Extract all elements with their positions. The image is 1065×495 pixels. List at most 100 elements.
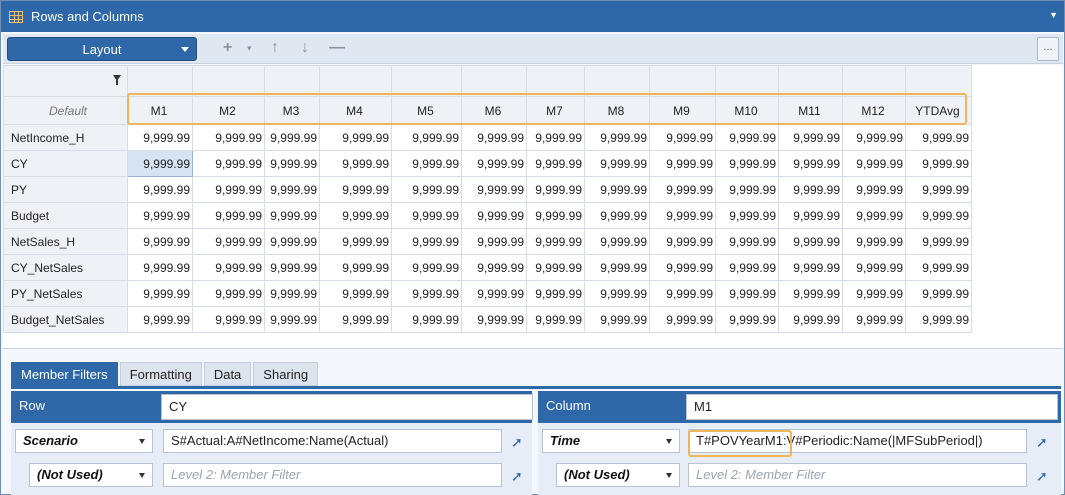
tab-formatting[interactable]: Formatting xyxy=(119,362,202,386)
table-cell[interactable]: 9,999.99 xyxy=(192,150,265,177)
open-member-filter-icon[interactable]: ➚ xyxy=(1036,469,1050,483)
column-name-input[interactable]: M1 xyxy=(686,394,1058,420)
table-cell[interactable]: 9,999.99 xyxy=(905,228,972,255)
table-cell[interactable]: 9,999.99 xyxy=(526,124,585,151)
table-cell[interactable]: 9,999.99 xyxy=(649,228,716,255)
table-cell[interactable]: 9,999.99 xyxy=(192,254,265,281)
table-cell[interactable]: 9,999.99 xyxy=(264,202,320,229)
table-cell[interactable]: 9,999.99 xyxy=(526,280,585,307)
table-cell[interactable]: 9,999.99 xyxy=(264,124,320,151)
remove-icon[interactable]: — xyxy=(329,39,345,57)
table-cell[interactable]: 9,999.99 xyxy=(905,306,972,333)
table-cell[interactable]: 9,999.99 xyxy=(391,150,462,177)
table-cell[interactable]: 9,999.99 xyxy=(584,280,650,307)
column-header[interactable]: M10 xyxy=(715,96,779,125)
column-header[interactable]: M11 xyxy=(778,96,843,125)
table-cell[interactable]: 9,999.99 xyxy=(264,150,320,177)
table-cell[interactable]: 9,999.99 xyxy=(264,254,320,281)
table-cell[interactable]: 9,999.99 xyxy=(584,176,650,203)
table-cell[interactable]: 9,999.99 xyxy=(649,254,716,281)
column-header[interactable]: YTDAvg xyxy=(905,96,972,125)
table-cell[interactable]: 9,999.99 xyxy=(778,124,843,151)
table-cell[interactable]: 9,999.99 xyxy=(319,150,392,177)
more-options-button[interactable]: ... xyxy=(1037,37,1059,61)
row-header[interactable]: Budget xyxy=(3,202,128,229)
table-cell[interactable]: 9,999.99 xyxy=(842,150,906,177)
add-icon[interactable]: + xyxy=(223,39,232,57)
collapse-icon[interactable]: ▼ xyxy=(1049,10,1058,20)
table-cell[interactable]: 9,999.99 xyxy=(905,124,972,151)
table-cell[interactable]: 9,999.99 xyxy=(264,176,320,203)
table-cell[interactable]: 9,999.99 xyxy=(649,306,716,333)
table-cell[interactable]: 9,999.99 xyxy=(778,228,843,255)
table-cell[interactable]: 9,999.99 xyxy=(461,176,527,203)
table-cell[interactable]: 9,999.99 xyxy=(127,306,193,333)
table-cell[interactable]: 9,999.99 xyxy=(461,306,527,333)
column-header[interactable]: M4 xyxy=(319,96,392,125)
table-cell[interactable]: 9,999.99 xyxy=(127,150,193,177)
table-cell[interactable]: 9,999.99 xyxy=(842,306,906,333)
table-cell[interactable]: 9,999.99 xyxy=(192,228,265,255)
table-cell[interactable]: 9,999.99 xyxy=(905,254,972,281)
table-cell[interactable]: 9,999.99 xyxy=(526,176,585,203)
table-cell[interactable]: 9,999.99 xyxy=(778,176,843,203)
table-cell[interactable]: 9,999.99 xyxy=(319,254,392,281)
column-header[interactable]: M9 xyxy=(649,96,716,125)
table-cell[interactable]: 9,999.99 xyxy=(264,228,320,255)
row-member-filter-1[interactable]: S#Actual:A#NetIncome:Name(Actual) xyxy=(163,429,502,453)
row-header[interactable]: Budget_NetSales xyxy=(3,306,128,333)
table-cell[interactable]: 9,999.99 xyxy=(778,254,843,281)
table-cell[interactable]: 9,999.99 xyxy=(264,306,320,333)
tab-data[interactable]: Data xyxy=(203,362,252,386)
table-cell[interactable]: 9,999.99 xyxy=(778,306,843,333)
row-header[interactable]: PY_NetSales xyxy=(3,280,128,307)
table-cell[interactable]: 9,999.99 xyxy=(649,124,716,151)
row-header[interactable]: CY xyxy=(3,150,128,177)
column-header[interactable]: M2 xyxy=(192,96,265,125)
move-down-icon[interactable]: ↓ xyxy=(301,39,309,57)
table-cell[interactable]: 9,999.99 xyxy=(842,254,906,281)
table-cell[interactable]: 9,999.99 xyxy=(715,124,779,151)
row-header[interactable]: PY xyxy=(3,176,128,203)
table-cell[interactable]: 9,999.99 xyxy=(461,124,527,151)
column-header[interactable]: M6 xyxy=(461,96,527,125)
table-cell[interactable]: 9,999.99 xyxy=(461,228,527,255)
open-member-filter-icon[interactable]: ➚ xyxy=(1036,435,1050,449)
row-header[interactable]: CY_NetSales xyxy=(3,254,128,281)
table-cell[interactable]: 9,999.99 xyxy=(391,124,462,151)
table-cell[interactable]: 9,999.99 xyxy=(192,202,265,229)
table-cell[interactable]: 9,999.99 xyxy=(192,124,265,151)
table-cell[interactable]: 9,999.99 xyxy=(715,306,779,333)
table-cell[interactable]: 9,999.99 xyxy=(391,254,462,281)
table-cell[interactable]: 9,999.99 xyxy=(319,280,392,307)
table-cell[interactable]: 9,999.99 xyxy=(584,306,650,333)
table-cell[interactable]: 9,999.99 xyxy=(584,150,650,177)
table-cell[interactable]: 9,999.99 xyxy=(319,228,392,255)
table-cell[interactable]: 9,999.99 xyxy=(391,280,462,307)
move-up-icon[interactable]: ↑ xyxy=(271,39,279,57)
table-cell[interactable]: 9,999.99 xyxy=(319,124,392,151)
row-name-input[interactable]: CY xyxy=(161,394,533,420)
column-header[interactable]: M12 xyxy=(842,96,906,125)
table-cell[interactable]: 9,999.99 xyxy=(905,150,972,177)
table-cell[interactable]: 9,999.99 xyxy=(391,228,462,255)
table-cell[interactable]: 9,999.99 xyxy=(127,202,193,229)
table-cell[interactable]: 9,999.99 xyxy=(842,176,906,203)
table-cell[interactable]: 9,999.99 xyxy=(526,150,585,177)
table-cell[interactable]: 9,999.99 xyxy=(715,150,779,177)
column-header[interactable]: M7 xyxy=(526,96,585,125)
table-cell[interactable]: 9,999.99 xyxy=(715,254,779,281)
table-cell[interactable]: 9,999.99 xyxy=(715,280,779,307)
layout-dropdown[interactable]: Layout xyxy=(7,37,197,61)
add-dropdown-icon[interactable]: ▾ xyxy=(247,39,252,57)
row-dimension-select-2[interactable]: (Not Used) xyxy=(29,463,153,487)
table-cell[interactable]: 9,999.99 xyxy=(127,254,193,281)
table-cell[interactable]: 9,999.99 xyxy=(192,306,265,333)
table-cell[interactable]: 9,999.99 xyxy=(264,280,320,307)
table-cell[interactable]: 9,999.99 xyxy=(715,228,779,255)
column-dimension-select-1[interactable]: Time xyxy=(542,429,680,453)
table-cell[interactable]: 9,999.99 xyxy=(192,176,265,203)
open-member-filter-icon[interactable]: ➚ xyxy=(511,435,525,449)
column-header[interactable]: M8 xyxy=(584,96,650,125)
table-cell[interactable]: 9,999.99 xyxy=(127,124,193,151)
